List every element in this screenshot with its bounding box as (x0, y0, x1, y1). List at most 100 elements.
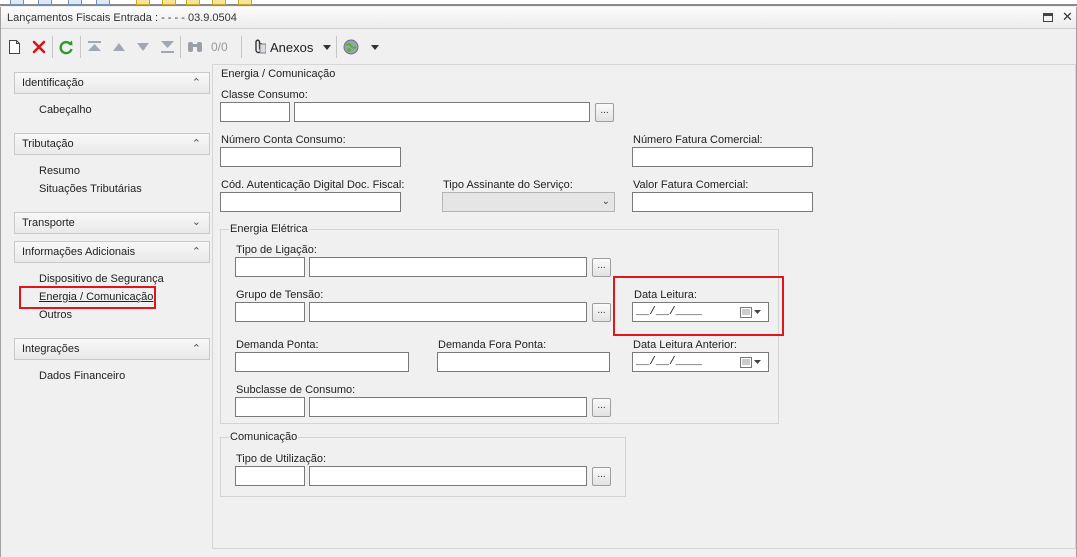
delete-icon (32, 40, 46, 54)
cod-autenticacao-label: Cód. Autenticação Digital Doc. Fiscal: (221, 179, 405, 191)
highlight-box (19, 286, 156, 309)
toolbar-separator (80, 36, 81, 58)
toolbar-separator (52, 36, 53, 58)
cod-autenticacao-input[interactable] (220, 192, 401, 212)
sidebar-group-transporte[interactable]: Transporte ⌄ (14, 212, 210, 234)
previous-record-button[interactable] (111, 38, 127, 56)
last-record-button[interactable] (159, 38, 175, 56)
task-icon[interactable] (68, 0, 82, 5)
tipo-assinante-label: Tipo Assinante do Serviço: (443, 179, 573, 191)
section-title: Energia / Comunicação (221, 68, 336, 80)
globe-button[interactable] (341, 38, 361, 56)
tipo-utilizacao-label: Tipo de Utilização: (236, 453, 327, 465)
grupo-tensao-desc-input[interactable] (309, 302, 587, 322)
delete-button[interactable] (30, 38, 48, 56)
numero-conta-input[interactable] (220, 147, 401, 167)
numero-fatura-input[interactable] (632, 147, 813, 167)
toolbar-separator (241, 36, 242, 58)
tipo-utilizacao-code-input[interactable] (235, 466, 305, 486)
sidebar-item-cabecalho[interactable]: Cabeçalho (39, 104, 92, 116)
tipo-ligacao-desc-input[interactable] (309, 257, 587, 277)
numero-fatura-label: Número Fatura Comercial: (633, 134, 763, 146)
sidebar-item-dispositivo-seguranca[interactable]: Dispositivo de Segurança (39, 273, 164, 285)
calendar-button[interactable] (735, 354, 767, 370)
tipo-utilizacao-desc-input[interactable] (309, 466, 587, 486)
task-icon[interactable] (212, 0, 226, 5)
sidebar-group-title: Integrações (22, 343, 80, 355)
sidebar-group-integracoes[interactable]: Integrações ⌃ (14, 338, 210, 360)
chevron-up-icon: ⌃ (191, 343, 201, 355)
sidebar-item-resumo[interactable]: Resumo (39, 165, 80, 177)
sidebar-item-situacoes-tributarias[interactable]: Situações Tributárias (39, 183, 142, 195)
sidebar-item-dados-financeiro[interactable]: Dados Financeiro (39, 370, 125, 382)
page-count: 0/0 (211, 40, 228, 54)
sidebar-group-identificacao[interactable]: Identificação ⌃ (14, 72, 210, 94)
demanda-fora-ponta-input[interactable] (437, 352, 610, 372)
last-icon (160, 41, 174, 53)
sidebar-group-tributacao[interactable]: Tributação ⌃ (14, 133, 210, 155)
next-record-button[interactable] (135, 38, 151, 56)
task-icon[interactable] (186, 0, 200, 5)
sidebar-item-outros[interactable]: Outros (39, 309, 72, 321)
task-icon[interactable] (96, 0, 110, 5)
data-leitura-anterior-label: Data Leitura Anterior: (633, 339, 737, 351)
subclasse-code-input[interactable] (235, 397, 305, 417)
globe-dropdown[interactable] (369, 38, 381, 56)
classe-consumo-code-input[interactable] (220, 102, 290, 122)
taskbar-strip (0, 0, 1077, 6)
calendar-icon (740, 356, 761, 368)
new-icon (8, 40, 20, 54)
task-icon[interactable] (136, 0, 150, 5)
comunicacao-title: Comunicação (229, 431, 299, 443)
new-button[interactable] (6, 38, 22, 56)
tipo-assinante-select[interactable]: ⌄ (442, 192, 615, 212)
task-icon[interactable] (10, 0, 24, 5)
classe-consumo-desc-input[interactable] (294, 102, 590, 122)
anexos-dropdown[interactable] (320, 38, 334, 56)
attachment-icon (255, 39, 266, 54)
first-icon (87, 41, 101, 51)
subclasse-consumo-label: Subclasse de Consumo: (236, 384, 356, 396)
dropdown-icon (323, 44, 331, 50)
tipo-ligacao-label: Tipo de Ligação: (236, 244, 317, 256)
subclasse-lookup-button[interactable]: ... (592, 398, 611, 417)
date-mask: __/__/____ (636, 356, 703, 368)
classe-consumo-label: Classe Consumo: (221, 89, 308, 101)
window-title: Lançamentos Fiscais Entrada : - - - - 03… (7, 12, 237, 24)
sidebar-group-title: Identificação (22, 77, 84, 89)
demanda-ponta-input[interactable] (235, 352, 409, 372)
demanda-fora-ponta-label: Demanda Fora Ponta: (438, 339, 547, 351)
anexos-button[interactable] (250, 38, 268, 56)
sidebar-group-informacoes-adicionais[interactable]: Informações Adicionais ⌃ (14, 241, 210, 263)
chevron-up-icon: ⌃ (191, 246, 201, 258)
toolbar-separator (336, 36, 337, 58)
search-icon (188, 42, 202, 52)
data-leitura-anterior-input[interactable]: __/__/____ (632, 352, 769, 372)
globe-icon (343, 39, 359, 55)
first-record-button[interactable] (86, 38, 102, 56)
task-icon[interactable] (238, 0, 252, 5)
next-icon (137, 43, 149, 51)
toolbar-separator (180, 36, 181, 58)
task-icon[interactable] (38, 0, 52, 5)
restore-icon[interactable] (1043, 13, 1053, 22)
tipo-utilizacao-lookup-button[interactable]: ... (592, 467, 611, 486)
numero-conta-label: Número Conta Consumo: (221, 134, 346, 146)
close-icon[interactable]: ✕ (1062, 9, 1073, 25)
highlight-box (613, 276, 784, 336)
classe-consumo-lookup-button[interactable]: ... (595, 103, 614, 122)
task-icon[interactable] (162, 0, 176, 5)
sidebar-group-title: Transporte (22, 217, 75, 229)
anexos-label[interactable]: Anexos (270, 40, 313, 55)
grupo-tensao-lookup-button[interactable]: ... (592, 303, 611, 322)
valor-fatura-input[interactable] (632, 192, 813, 212)
subclasse-desc-input[interactable] (309, 397, 587, 417)
dropdown-icon (371, 44, 379, 50)
search-button[interactable] (186, 38, 204, 56)
chevron-up-icon: ⌃ (191, 77, 201, 89)
grupo-tensao-code-input[interactable] (235, 302, 305, 322)
tipo-ligacao-code-input[interactable] (235, 257, 305, 277)
tipo-ligacao-lookup-button[interactable]: ... (592, 258, 611, 277)
valor-fatura-label: Valor Fatura Comercial: (633, 179, 749, 191)
refresh-button[interactable] (57, 38, 75, 56)
